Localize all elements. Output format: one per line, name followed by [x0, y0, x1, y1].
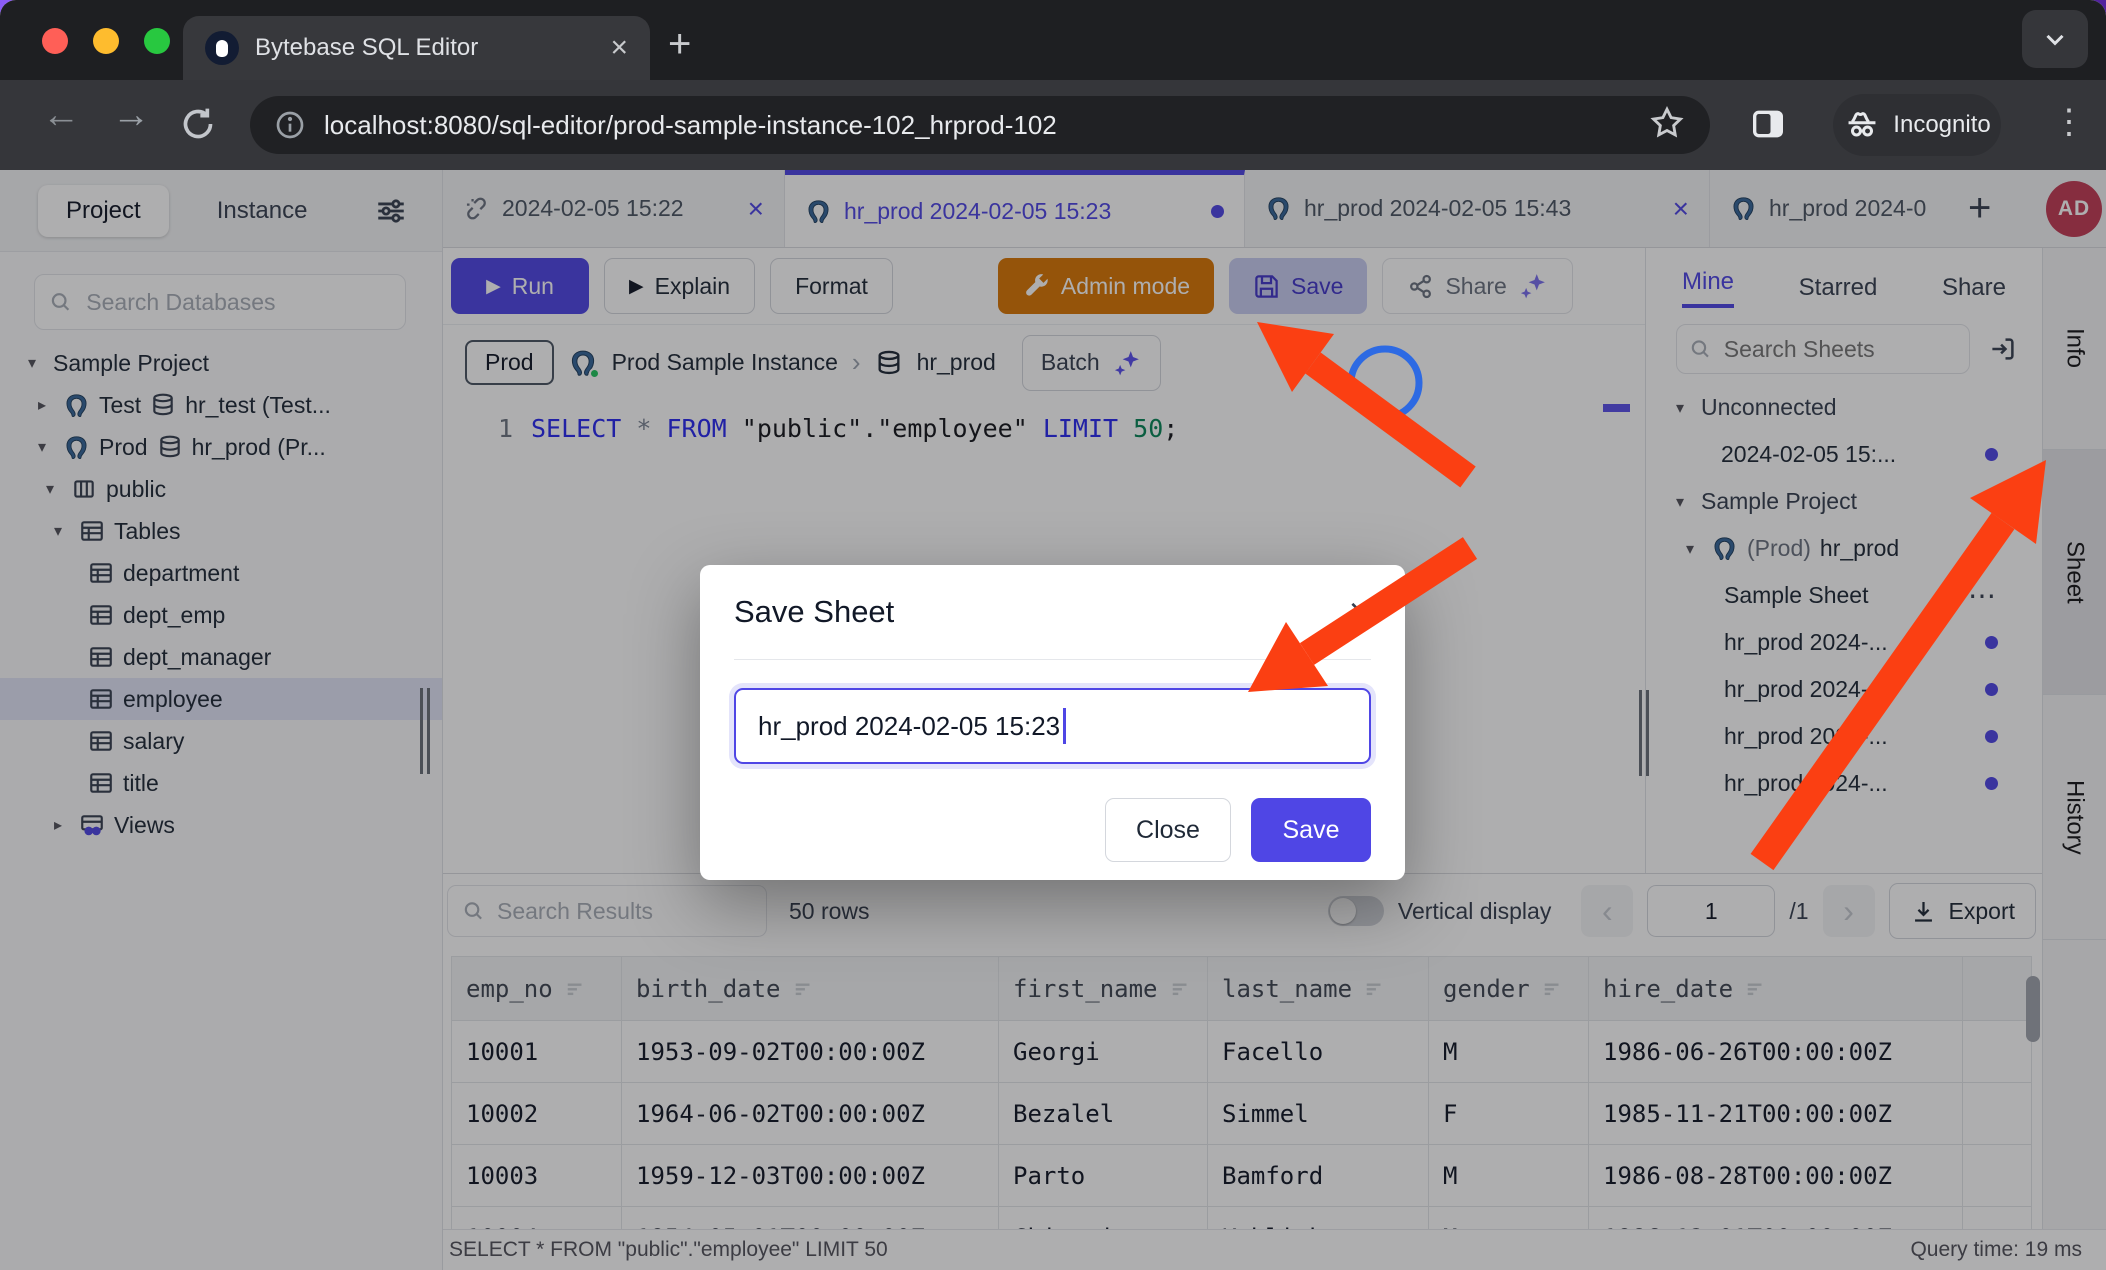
- bytebase-favicon-icon: [205, 31, 239, 65]
- browser-tab-title: Bytebase SQL Editor: [255, 34, 594, 62]
- save-confirm-button[interactable]: Save: [1251, 798, 1371, 862]
- forward-button[interactable]: →: [112, 96, 150, 134]
- back-button[interactable]: ←: [42, 96, 80, 134]
- text-cursor: [1063, 708, 1066, 744]
- browser-menu-button[interactable]: ⋮: [2052, 102, 2086, 142]
- browser-tab[interactable]: Bytebase SQL Editor ×: [183, 16, 650, 80]
- sheet-name-input[interactable]: hr_prod 2024-02-05 15:23: [734, 688, 1371, 764]
- chevron-down-icon: [2040, 24, 2070, 54]
- dialog-title: Save Sheet: [734, 594, 894, 630]
- browser-navbar: ← → localhost:8080/sql-editor/prod-sampl…: [0, 80, 2106, 170]
- url-bar[interactable]: localhost:8080/sql-editor/prod-sample-in…: [250, 96, 1710, 154]
- url-text: localhost:8080/sql-editor/prod-sample-in…: [324, 110, 1057, 141]
- tab-search-button[interactable]: [2022, 10, 2088, 68]
- bookmark-star-icon[interactable]: [1648, 104, 1686, 142]
- dialog-header: Save Sheet ×: [734, 565, 1371, 660]
- save-sheet-dialog: Save Sheet × hr_prod 2024-02-05 15:23 Cl…: [700, 565, 1405, 880]
- minimize-window-button[interactable]: [93, 28, 119, 54]
- browser-titlebar: Bytebase SQL Editor × +: [0, 0, 2106, 80]
- browser-window: Bytebase SQL Editor × + ← → localhost:80…: [0, 0, 2106, 1270]
- close-tab-icon[interactable]: ×: [610, 33, 628, 63]
- site-info-icon[interactable]: [274, 109, 306, 141]
- incognito-icon: [1843, 106, 1881, 144]
- close-dialog-icon[interactable]: ×: [1349, 593, 1371, 631]
- dialog-actions: Close Save: [734, 798, 1371, 862]
- window-controls: [42, 28, 170, 54]
- close-button[interactable]: Close: [1105, 798, 1231, 862]
- new-tab-button[interactable]: +: [668, 22, 691, 67]
- reload-button[interactable]: [178, 104, 218, 144]
- maximize-window-button[interactable]: [144, 28, 170, 54]
- close-window-button[interactable]: [42, 28, 68, 54]
- incognito-badge: Incognito: [1833, 94, 2001, 156]
- side-panel-icon[interactable]: [1748, 104, 1788, 144]
- incognito-label: Incognito: [1893, 111, 1990, 139]
